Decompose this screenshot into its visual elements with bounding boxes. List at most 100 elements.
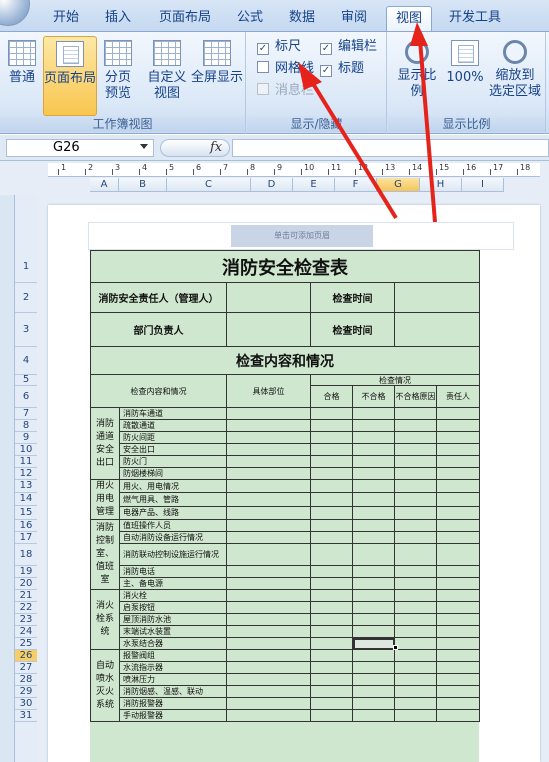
custom-views-button[interactable]: 自定义 视图 — [145, 36, 189, 116]
row-header-23[interactable]: 23 — [15, 613, 37, 626]
cell-location[interactable] — [226, 419, 311, 432]
check-item[interactable]: 消防联动控制设施运行情况 — [119, 543, 227, 566]
row-header-12[interactable]: 12 — [15, 467, 37, 480]
row-header-31[interactable]: 31 — [15, 709, 37, 722]
check-item[interactable]: 值班操作人员 — [119, 519, 227, 532]
tab-view[interactable]: 视图 — [386, 6, 432, 32]
check-item[interactable]: 电器产品、线路 — [119, 505, 227, 521]
cell-pass[interactable] — [310, 613, 353, 626]
row-header-18[interactable]: 18 — [15, 543, 37, 566]
cell-person[interactable] — [435, 443, 481, 456]
row-header-29[interactable]: 29 — [15, 685, 37, 698]
column-header-d[interactable]: D — [251, 178, 293, 192]
row-header-15[interactable]: 15 — [15, 506, 37, 520]
cell-pass[interactable] — [310, 407, 353, 420]
cell-person[interactable] — [435, 685, 481, 698]
row-header-4[interactable]: 4 — [15, 346, 37, 375]
category-label[interactable]: 消防通道安全出口 — [90, 407, 120, 480]
cell-location[interactable] — [226, 407, 311, 420]
column-header-i[interactable]: I — [462, 178, 504, 192]
normal-view-button[interactable]: 普通 — [4, 36, 40, 116]
cell-location[interactable] — [226, 505, 311, 521]
cell-pass[interactable] — [310, 709, 353, 722]
column-header-c[interactable]: C — [167, 178, 251, 192]
cell-pass[interactable] — [310, 673, 353, 686]
header-pass[interactable]: 合格 — [310, 385, 353, 408]
cell-reason[interactable] — [394, 685, 437, 698]
column-header-h[interactable]: H — [420, 178, 462, 192]
check-time-value[interactable] — [393, 282, 481, 313]
gridlines-checkbox[interactable]: 网格线 — [257, 61, 314, 77]
cell-reason[interactable] — [394, 625, 437, 638]
cell-fail[interactable] — [352, 455, 395, 468]
zoom-button[interactable]: 显示比例 — [392, 36, 442, 116]
header-status[interactable]: 检查情况 — [309, 374, 481, 386]
check-item[interactable]: 消防电话 — [119, 565, 227, 578]
cell-reason[interactable] — [394, 478, 437, 494]
cell-location[interactable] — [226, 431, 311, 444]
header-placeholder[interactable]: 单击可添加页眉 — [231, 225, 373, 247]
row-header-7[interactable]: 7 — [15, 407, 37, 420]
cell-person[interactable] — [435, 543, 481, 566]
responsible-label[interactable]: 消防安全责任人（管理人） — [90, 282, 227, 313]
cell-pass[interactable] — [310, 519, 353, 532]
cell-person[interactable] — [435, 565, 481, 578]
cell-pass[interactable] — [310, 661, 353, 674]
page-header-area[interactable]: 单击可添加页眉 — [88, 222, 514, 250]
check-item[interactable]: 防烟楼梯间 — [119, 467, 227, 480]
cell-person[interactable] — [435, 601, 481, 614]
cell-pass[interactable] — [310, 419, 353, 432]
row-header-14[interactable]: 14 — [15, 492, 37, 507]
category-label[interactable]: 消火栓系统 — [90, 589, 120, 650]
cell-location[interactable] — [226, 589, 311, 602]
row-header-27[interactable]: 27 — [15, 661, 37, 674]
cell-reason[interactable] — [394, 467, 437, 480]
cell-pass[interactable] — [310, 685, 353, 698]
cell-person[interactable] — [435, 519, 481, 532]
cell-reason[interactable] — [394, 407, 437, 420]
tab-formulas[interactable]: 公式 — [230, 6, 270, 32]
cell-location[interactable] — [226, 443, 311, 456]
fill-handle[interactable] — [393, 645, 398, 650]
row-header-28[interactable]: 28 — [15, 673, 37, 686]
cell-location[interactable] — [226, 697, 311, 710]
category-label[interactable]: 用火用电管理 — [90, 479, 120, 520]
cell-reason[interactable] — [394, 443, 437, 456]
cell-person[interactable] — [435, 697, 481, 710]
cell-fail[interactable] — [352, 492, 395, 507]
tab-developer[interactable]: 开发工具 — [442, 6, 508, 32]
check-item[interactable]: 自动消防设备运行情况 — [119, 531, 227, 544]
cell-pass[interactable] — [310, 443, 353, 456]
cell-person[interactable] — [435, 577, 481, 590]
header-location[interactable]: 具体部位 — [226, 374, 311, 408]
row-header-8[interactable]: 8 — [15, 419, 37, 432]
column-header-a[interactable]: A — [90, 178, 119, 192]
check-item[interactable]: 消火栓 — [119, 589, 227, 602]
header-person[interactable]: 责任人 — [435, 385, 481, 408]
dept-head-label[interactable]: 部门负责人 — [90, 312, 227, 347]
row-header-3[interactable]: 3 — [15, 312, 37, 347]
cell-pass[interactable] — [310, 637, 353, 650]
cell-location[interactable] — [226, 478, 311, 494]
row-header-11[interactable]: 11 — [15, 455, 37, 468]
header-fail-reason[interactable]: 不合格原因 — [394, 385, 437, 408]
cell-person[interactable] — [435, 709, 481, 722]
cell-reason[interactable] — [394, 419, 437, 432]
cell-location[interactable] — [226, 601, 311, 614]
cell-fail[interactable] — [352, 649, 395, 662]
cell-pass[interactable] — [310, 601, 353, 614]
responsible-value[interactable] — [226, 282, 311, 313]
page-break-preview-button[interactable]: 分页 预览 — [100, 36, 136, 116]
check-item[interactable]: 防火间距 — [119, 431, 227, 444]
category-label[interactable]: 消防控制室、值班室 — [90, 519, 120, 590]
cell-person[interactable] — [435, 613, 481, 626]
cell-location[interactable] — [226, 709, 311, 722]
cell-pass[interactable] — [310, 577, 353, 590]
full-screen-button[interactable]: 全屏显示 — [190, 36, 244, 116]
cell-pass[interactable] — [310, 565, 353, 578]
ruler-checkbox[interactable]: ✓ 标尺 — [257, 39, 301, 55]
cell-reason[interactable] — [394, 637, 437, 650]
cell-person[interactable] — [435, 649, 481, 662]
row-header-10[interactable]: 10 — [15, 443, 37, 456]
row-header-26[interactable]: 26 — [15, 649, 37, 662]
